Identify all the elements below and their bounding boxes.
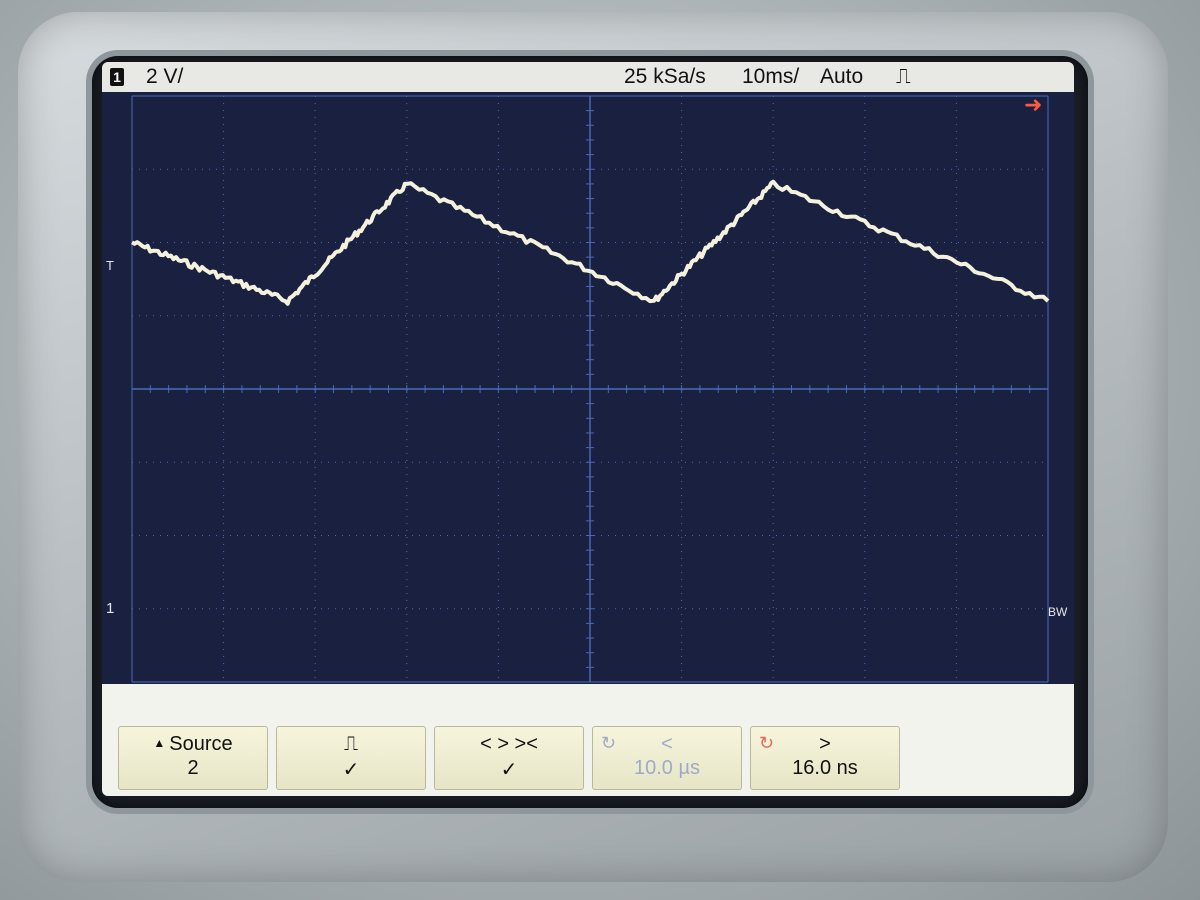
- trigger-mode: Auto: [820, 65, 864, 88]
- right-arrow-icon: ➜: [1024, 92, 1042, 117]
- check-icon: ✓: [500, 759, 518, 781]
- time-per-div: 10ms/: [742, 65, 800, 88]
- upper-time-limit-softkey[interactable]: ↻ > 16.0 ns: [750, 726, 900, 790]
- channel-badge: 1: [110, 68, 124, 86]
- oscilloscope-screen: 1 2 V/ 25 kSa/s 10ms/ Auto ⎍ ➜ T 1 BW ▲ S…: [102, 62, 1074, 796]
- lower-time-limit-softkey[interactable]: ↻ < 10.0 µs: [592, 726, 742, 790]
- qualifier-softkey[interactable]: < > >< ✓: [434, 726, 584, 790]
- source-softkey[interactable]: ▲ Source 2: [118, 726, 268, 790]
- pulse-polarity-softkey[interactable]: ⎍ ✓: [276, 726, 426, 790]
- bw-limit-marker: BW: [1048, 605, 1068, 619]
- qualifier-icon: < > ><: [480, 733, 538, 755]
- softkey-bar: ▲ Source 2 ⎍ ✓ < > >< ✓ ↻ < 10.0 µs ↻ > 1…: [102, 684, 1074, 796]
- channel-ground-marker: 1: [106, 600, 114, 617]
- volts-per-div: 2 V/: [146, 65, 184, 88]
- rising-edge-pulse-icon: ⎍: [896, 65, 911, 88]
- waveform-plot: ➜ T 1 BW: [106, 92, 1068, 683]
- check-icon: ✓: [342, 759, 360, 781]
- up-triangle-icon: ▲: [153, 736, 166, 750]
- status-bar: 1 2 V/ 25 kSa/s 10ms/ Auto ⎍: [102, 62, 1074, 92]
- graticule: [131, 95, 1049, 683]
- sample-rate: 25 kSa/s: [624, 65, 706, 88]
- trigger-level-marker: T: [106, 258, 114, 273]
- pulse-icon: ⎍: [344, 733, 358, 755]
